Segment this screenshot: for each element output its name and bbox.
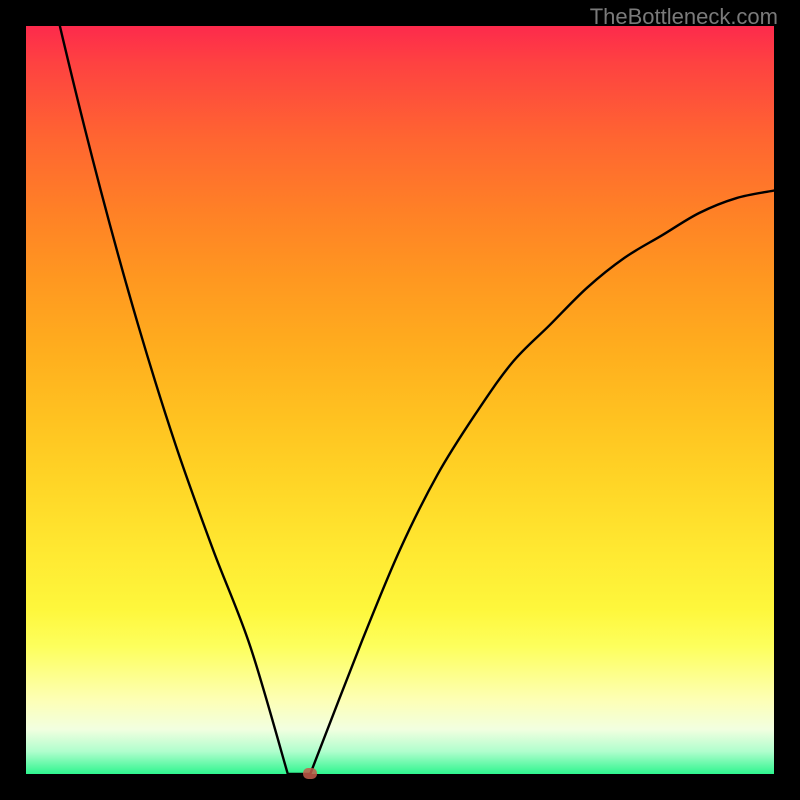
bottleneck-chart-plot	[26, 26, 774, 774]
chart-curve	[26, 26, 774, 774]
watermark-text: TheBottleneck.com	[590, 4, 778, 30]
optimum-marker	[303, 768, 317, 779]
